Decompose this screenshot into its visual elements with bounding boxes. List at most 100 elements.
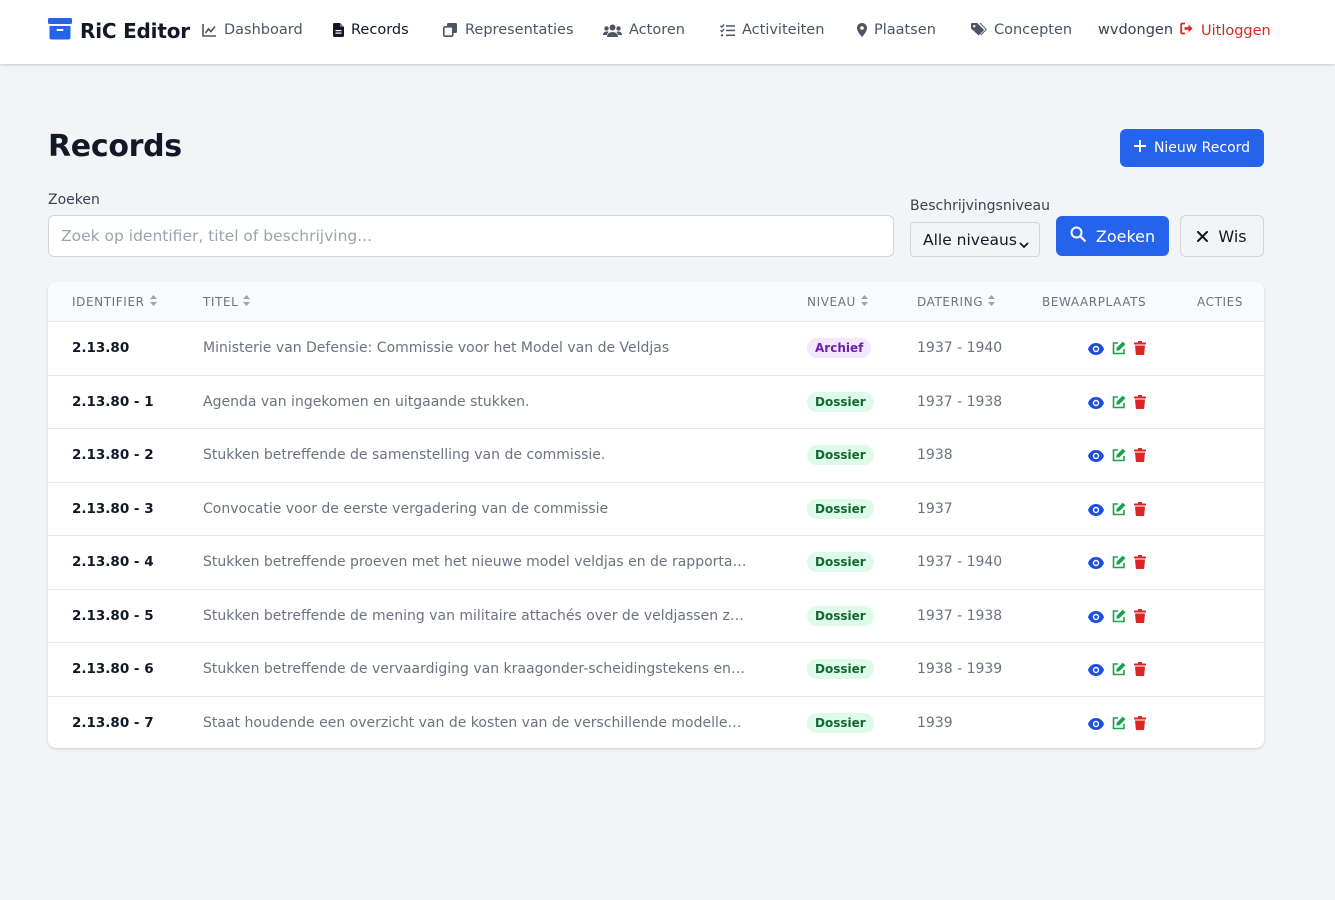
sign-out-icon <box>1180 22 1195 39</box>
nav-item-dashboard[interactable]: Dashboard <box>202 22 303 38</box>
edit-icon[interactable] <box>1112 554 1126 573</box>
close-icon <box>1197 227 1209 246</box>
nav-item-label: Plaatsen <box>874 22 936 38</box>
nav-item-concepten[interactable]: Concepten <box>971 22 1072 38</box>
delete-icon[interactable] <box>1134 554 1146 573</box>
nav-item-actoren[interactable]: Actoren <box>603 22 685 38</box>
sort-icon <box>988 295 996 309</box>
clear-button[interactable]: Wis <box>1180 215 1264 257</box>
column-header-titel[interactable]: TITEL <box>203 295 251 309</box>
row-actions <box>1088 394 1146 413</box>
delete-icon[interactable] <box>1134 661 1146 680</box>
sort-icon <box>149 295 157 309</box>
copy-icon <box>443 23 458 37</box>
level-badge: Archief <box>807 338 872 358</box>
delete-icon[interactable] <box>1134 501 1146 520</box>
cell-titel: Stukken betreffende de samenstelling van… <box>203 447 606 463</box>
cell-datering: 1939 <box>917 714 953 731</box>
view-icon[interactable] <box>1088 554 1104 573</box>
list-check-icon <box>720 23 735 37</box>
column-header-label: ACTIES <box>1197 295 1244 309</box>
cell-identifier: 2.13.80 - 7 <box>72 714 154 731</box>
search-button[interactable]: Zoeken <box>1056 216 1169 256</box>
column-header-label: BEWAARPLAATS <box>1042 295 1147 309</box>
edit-icon[interactable] <box>1112 501 1126 520</box>
level-badge: Dossier <box>807 498 874 519</box>
row-actions <box>1088 608 1146 627</box>
search-input[interactable] <box>48 215 894 257</box>
view-icon[interactable] <box>1088 608 1104 627</box>
brand-link[interactable]: RiC Editor <box>48 18 190 44</box>
nav-item-representaties[interactable]: Representaties <box>443 22 574 38</box>
clear-button-label: Wis <box>1218 226 1247 246</box>
cell-datering: 1937 - 1940 <box>917 554 1003 570</box>
cell-datering: 1937 - 1940 <box>917 340 1003 356</box>
view-icon[interactable] <box>1088 661 1104 680</box>
table-row[interactable]: 2.13.80 - 4 Stukken betreffende proeven m… <box>48 536 1264 590</box>
search-label: Zoeken <box>48 192 100 208</box>
cell-datering: 1937 - 1938 <box>917 393 1003 410</box>
delete-icon[interactable] <box>1134 715 1146 734</box>
cell-identifier: 2.13.80 - 3 <box>72 500 154 517</box>
table-row[interactable]: 2.13.80 - 1 Agenda van ingekomen en uitga… <box>48 376 1264 429</box>
edit-icon[interactable] <box>1112 661 1126 680</box>
nav-item-label: Dashboard <box>224 22 303 38</box>
edit-icon[interactable] <box>1112 447 1126 466</box>
cell-identifier: 2.13.80 - 4 <box>72 554 154 570</box>
cell-identifier: 2.13.80 - 2 <box>72 447 154 463</box>
new-record-label: Nieuw Record <box>1153 140 1251 156</box>
delete-icon[interactable] <box>1134 447 1146 466</box>
table-row[interactable]: 2.13.80 - 3 Convocatie voor de eerste ver… <box>48 483 1264 536</box>
chart-line-icon <box>202 23 217 37</box>
table-row[interactable]: 2.13.80 Ministerie van Defensie: Commissi… <box>48 322 1264 376</box>
table-row[interactable]: 2.13.80 - 6 Stukken betreffende de vervaa… <box>48 643 1264 697</box>
table-row[interactable]: 2.13.80 - 7 Staat houdende een overzicht … <box>48 697 1264 749</box>
column-header-identifier[interactable]: IDENTIFIER <box>72 295 157 309</box>
view-icon[interactable] <box>1088 340 1104 359</box>
edit-icon[interactable] <box>1112 340 1126 359</box>
cell-titel: Stukken betreffende de vervaardiging van… <box>203 661 748 677</box>
table-row[interactable]: 2.13.80 - 5 Stukken betreffende de mening… <box>48 590 1264 643</box>
edit-icon[interactable] <box>1112 608 1126 627</box>
cell-datering: 1937 - 1938 <box>917 607 1003 624</box>
brand-name: RiC Editor <box>80 19 190 43</box>
edit-icon[interactable] <box>1112 715 1126 734</box>
view-icon[interactable] <box>1088 447 1104 466</box>
nav-item-records[interactable]: Records <box>333 22 409 38</box>
row-actions <box>1088 340 1146 359</box>
column-header-datering[interactable]: DATERING <box>917 295 996 309</box>
archive-box-icon <box>48 18 72 44</box>
edit-icon[interactable] <box>1112 394 1126 413</box>
column-header-label: IDENTIFIER <box>72 295 145 309</box>
level-badge: Dossier <box>807 391 874 412</box>
logout-link[interactable]: Uitloggen <box>1180 22 1271 39</box>
nav-item-activiteiten[interactable]: Activiteiten <box>720 22 824 38</box>
view-icon[interactable] <box>1088 715 1104 734</box>
table-row[interactable]: 2.13.80 - 2 Stukken betreffende de samens… <box>48 429 1264 483</box>
cell-datering: 1938 - 1939 <box>917 661 1003 677</box>
new-record-button[interactable]: Nieuw Record <box>1120 129 1264 167</box>
delete-icon[interactable] <box>1134 608 1146 627</box>
row-actions <box>1088 554 1146 573</box>
cell-titel: Ministerie van Defensie: Commissie voor … <box>203 340 670 356</box>
column-header-acties: ACTIES <box>1197 295 1243 309</box>
cell-titel: Staat houdende een overzicht van de kost… <box>203 714 748 731</box>
cell-datering: 1937 <box>917 500 953 517</box>
row-actions <box>1088 661 1146 680</box>
delete-icon[interactable] <box>1134 340 1146 359</box>
view-icon[interactable] <box>1088 501 1104 520</box>
column-header-bewaarplaats: BEWAARPLAATS <box>1042 295 1146 309</box>
cell-identifier: 2.13.80 - 1 <box>72 393 154 410</box>
search-icon <box>1070 226 1086 246</box>
delete-icon[interactable] <box>1134 394 1146 413</box>
file-icon <box>333 23 344 37</box>
column-header-niveau[interactable]: NIVEAU <box>807 295 868 309</box>
nav-item-plaatsen[interactable]: Plaatsen <box>857 22 936 38</box>
column-header-label: TITEL <box>203 295 239 309</box>
level-select[interactable]: Alle niveaus <box>910 222 1040 257</box>
level-badge: Dossier <box>807 712 874 733</box>
chevron-down-icon <box>1019 235 1029 253</box>
users-icon <box>603 24 622 37</box>
view-icon[interactable] <box>1088 394 1104 413</box>
cell-titel: Stukken betreffende de mening van milita… <box>203 607 748 624</box>
